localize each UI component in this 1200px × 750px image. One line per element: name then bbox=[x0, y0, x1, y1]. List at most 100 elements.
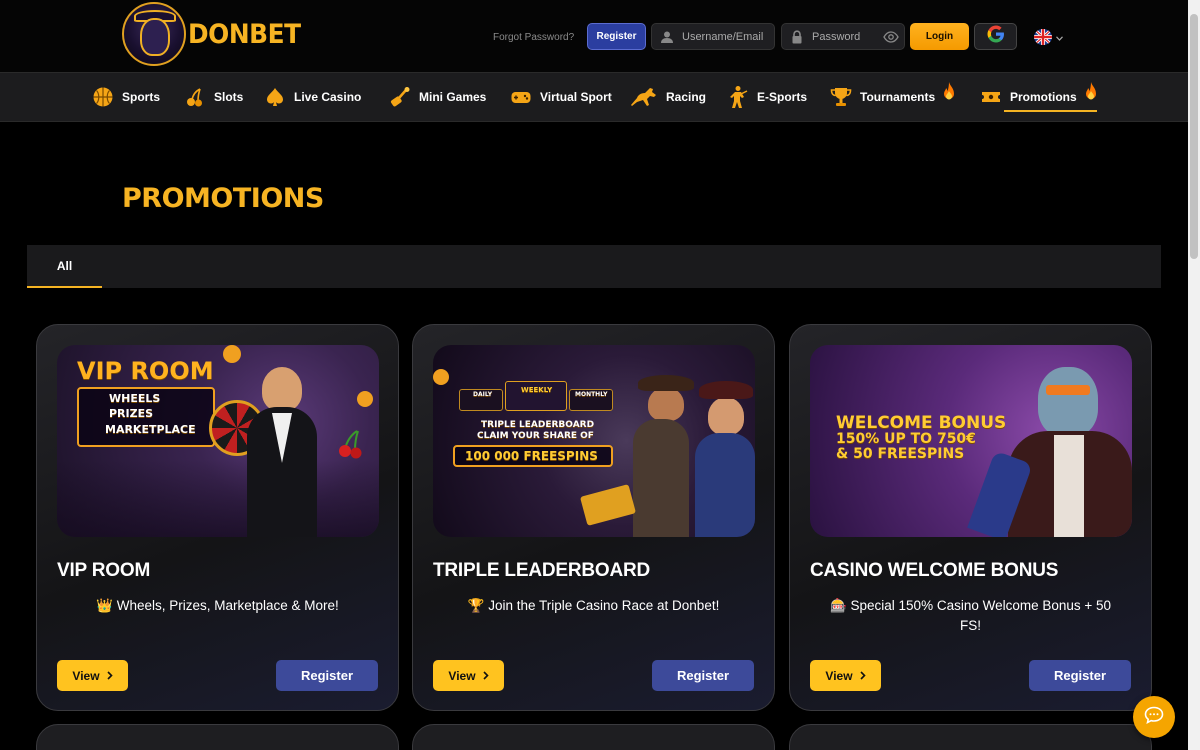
banner-line: & 50 FREESPINS bbox=[836, 446, 965, 462]
spade-icon bbox=[263, 85, 287, 109]
nav-item-mini-games[interactable]: Mini Games bbox=[388, 73, 486, 121]
nav-label: Mini Games bbox=[419, 90, 487, 104]
language-selector[interactable] bbox=[1034, 28, 1063, 46]
character-shirt bbox=[1054, 435, 1084, 537]
nav-item-live-casino[interactable]: Live Casino bbox=[263, 73, 361, 121]
banner-line: CLAIM YOUR SHARE OF bbox=[477, 431, 594, 441]
chevron-down-icon bbox=[1056, 28, 1063, 46]
character-coat bbox=[633, 419, 689, 537]
promo-card-triple-leaderboard: DAILY WEEKLY MONTHLY TRIPLE LEADERBOARD … bbox=[412, 324, 775, 711]
chevron-right-icon bbox=[859, 669, 866, 683]
chat-icon bbox=[1144, 706, 1164, 729]
lock-icon bbox=[790, 29, 804, 44]
logo-badge-icon bbox=[122, 2, 186, 66]
username-placeholder: Username/Email bbox=[682, 30, 764, 43]
cherry-icon bbox=[337, 429, 363, 459]
promo-card-partial bbox=[36, 724, 399, 750]
username-field[interactable]: Username/Email bbox=[651, 23, 775, 50]
live-chat-button[interactable] bbox=[1133, 696, 1175, 738]
banner-line: TRIPLE LEADERBOARD bbox=[481, 420, 595, 430]
gamepad-icon bbox=[509, 85, 533, 109]
password-placeholder: Password bbox=[812, 30, 861, 43]
filter-tabs: All bbox=[27, 245, 1161, 288]
coin-icon bbox=[223, 345, 241, 363]
promo-card-partial bbox=[789, 724, 1152, 750]
promo-title: CASINO WELCOME BONUS bbox=[810, 560, 1059, 581]
gold-bars bbox=[579, 484, 637, 526]
character-hat bbox=[699, 381, 753, 399]
promo-banner-image[interactable]: WELCOME BONUS 150% UP TO 750€ & 50 FREES… bbox=[810, 345, 1132, 537]
brand-logo[interactable]: DONBET bbox=[122, 2, 310, 66]
banner-line: PRIZES bbox=[109, 407, 154, 420]
tab-all[interactable]: All bbox=[27, 245, 102, 288]
ticket-icon bbox=[979, 85, 1003, 109]
banner-highlight: 100 000 FREESPINS bbox=[465, 449, 598, 463]
promo-title: VIP ROOM bbox=[57, 560, 151, 581]
nav-label: Tournaments bbox=[860, 90, 936, 104]
nav-item-slots[interactable]: Slots bbox=[183, 73, 243, 121]
nav-item-tournaments[interactable]: Tournaments bbox=[829, 73, 955, 121]
page-scrollbar[interactable] bbox=[1188, 0, 1200, 750]
promo-banner-image[interactable]: DAILY WEEKLY MONTHLY TRIPLE LEADERBOARD … bbox=[433, 345, 755, 537]
promo-description: 🎰 Special 150% Casino Welcome Bonus + 50… bbox=[829, 598, 1112, 633]
password-field[interactable]: Password bbox=[781, 23, 905, 50]
banner-line: WELCOME BONUS bbox=[836, 413, 1007, 433]
promo-card-partial bbox=[412, 724, 775, 750]
brand-name: DONBET bbox=[188, 18, 301, 50]
coin-icon bbox=[433, 369, 449, 385]
trophy-icon bbox=[829, 85, 853, 109]
banner-tab: MONTHLY bbox=[575, 391, 608, 398]
banner-tab: DAILY bbox=[473, 391, 493, 398]
nav-item-sports[interactable]: Sports bbox=[91, 73, 160, 121]
basketball-icon bbox=[91, 85, 115, 109]
cherry-icon bbox=[183, 85, 207, 109]
nav-item-e-sports[interactable]: E-Sports bbox=[726, 73, 807, 121]
page-title: PROMOTIONS bbox=[122, 183, 324, 214]
forgot-password-link[interactable]: Forgot Password? bbox=[493, 32, 574, 43]
view-button[interactable]: View bbox=[433, 660, 504, 691]
view-button[interactable]: View bbox=[810, 660, 881, 691]
flame-icon bbox=[1085, 82, 1097, 102]
promo-description: 👑 Wheels, Prizes, Marketplace & More! bbox=[96, 598, 339, 613]
character-head bbox=[1038, 367, 1098, 437]
view-label: View bbox=[825, 668, 853, 683]
nav-label: Racing bbox=[666, 90, 707, 104]
character-coat bbox=[695, 433, 755, 537]
main-nav: Sports Slots Live Casino Mini Games Virt… bbox=[0, 72, 1188, 122]
banner-tab: WEEKLY bbox=[521, 386, 553, 394]
horse-icon bbox=[629, 85, 659, 109]
nav-label: E-Sports bbox=[757, 90, 808, 104]
nav-label: Sports bbox=[122, 90, 161, 104]
promo-description: 🏆 Join the Triple Casino Race at Donbet! bbox=[467, 598, 720, 613]
chevron-right-icon bbox=[482, 669, 489, 683]
promo-banner-image[interactable]: VIP ROOM WHEELS PRIZES MARKETPLACE bbox=[57, 345, 379, 537]
nav-label: Slots bbox=[214, 90, 244, 104]
promo-title: TRIPLE LEADERBOARD bbox=[433, 560, 651, 581]
character-head bbox=[708, 397, 744, 435]
header-register-button[interactable]: Register bbox=[587, 23, 646, 50]
user-icon bbox=[660, 30, 674, 44]
register-button[interactable]: Register bbox=[652, 660, 754, 691]
flame-icon bbox=[943, 82, 955, 102]
nav-label: Live Casino bbox=[294, 90, 362, 104]
nav-item-racing[interactable]: Racing bbox=[629, 73, 706, 121]
character-head bbox=[648, 387, 684, 421]
banner-line: 150% UP TO 750€ bbox=[836, 431, 976, 447]
nav-item-promotions[interactable]: Promotions bbox=[979, 73, 1097, 121]
register-button[interactable]: Register bbox=[276, 660, 378, 691]
uk-flag-icon bbox=[1034, 29, 1052, 45]
joystick-icon bbox=[388, 85, 412, 109]
google-login-button[interactable] bbox=[974, 23, 1017, 50]
banner-line: WHEELS bbox=[109, 392, 161, 405]
login-button[interactable]: Login bbox=[910, 23, 969, 50]
chevron-right-icon bbox=[106, 669, 113, 683]
view-button[interactable]: View bbox=[57, 660, 128, 691]
nav-item-virtual-sport[interactable]: Virtual Sport bbox=[509, 73, 612, 121]
view-label: View bbox=[448, 668, 476, 683]
nav-label: Virtual Sport bbox=[540, 90, 612, 104]
register-button[interactable]: Register bbox=[1029, 660, 1131, 691]
character-glasses bbox=[1046, 385, 1090, 395]
scrollbar-thumb[interactable] bbox=[1190, 14, 1198, 259]
character-head bbox=[262, 367, 302, 411]
eye-icon[interactable] bbox=[883, 30, 899, 47]
